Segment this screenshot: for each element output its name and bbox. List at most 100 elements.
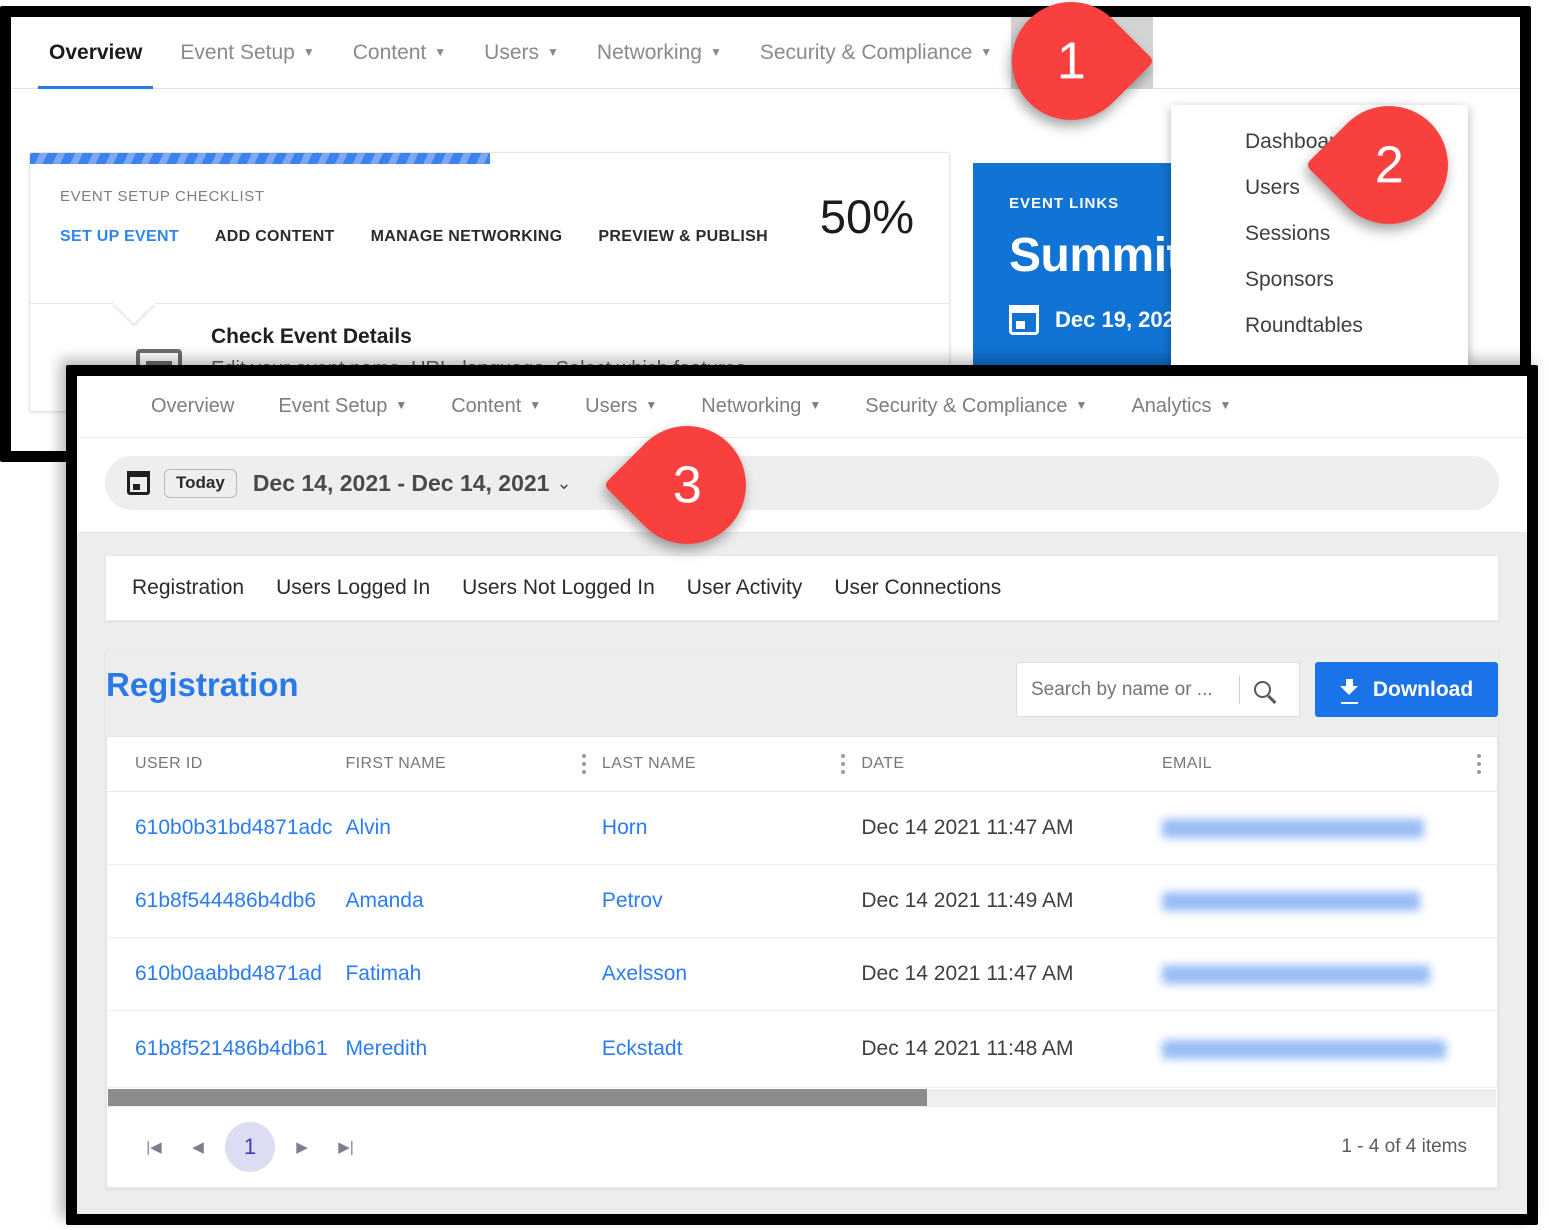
nav2-item-content[interactable]: Content ▼	[429, 395, 563, 418]
chevron-down-icon: ▼	[645, 398, 658, 412]
column-header-title[interactable]: TITLE	[1496, 737, 1497, 792]
tab-registration[interactable]: Registration	[132, 576, 244, 600]
nav2-item-event-setup[interactable]: Event Setup ▼	[256, 395, 429, 418]
nav-item-security-compliance[interactable]: Security & Compliance ▼	[741, 17, 1011, 89]
nav2-item-security-compliance[interactable]: Security & Compliance ▼	[843, 395, 1109, 418]
cell-email[interactable]	[1161, 791, 1463, 865]
checklist-tab-preview-publish[interactable]: PREVIEW & PUBLISH	[598, 228, 768, 246]
cell-title: Sales Man	[1496, 1010, 1497, 1089]
search-icon[interactable]	[1254, 681, 1271, 698]
cell-first-name[interactable]: Amanda	[345, 864, 568, 938]
nav2-label-analytics: Analytics	[1131, 395, 1212, 417]
today-chip[interactable]: Today	[164, 468, 237, 498]
pagination-page-1[interactable]: 1	[225, 1122, 275, 1172]
column-header-first-name[interactable]: FIRST NAME	[345, 737, 568, 792]
chevron-down-icon: ▼	[302, 44, 315, 59]
horizontal-scrollbar[interactable]	[108, 1089, 1496, 1106]
nav-item-content[interactable]: Content ▼	[334, 17, 465, 89]
chevron-down-icon[interactable]: ⌄	[556, 473, 571, 494]
checklist-tab-set-up-event[interactable]: SET UP EVENT	[60, 228, 179, 246]
cell-spacer	[567, 1010, 602, 1089]
cell-email[interactable]	[1161, 864, 1463, 938]
table-row[interactable]: 61b8f544486b4db6 Amanda Petrov Dec 14 20…	[107, 864, 1497, 938]
column-header-email[interactable]: EMAIL	[1161, 737, 1463, 792]
table-row[interactable]: 610b0aabbd4871ad Fatimah Axelsson Dec 14…	[107, 937, 1497, 1011]
analytics-tabs-bar: Registration Users Logged In Users Not L…	[105, 555, 1499, 621]
redacted-email	[1161, 964, 1430, 984]
column-menu-email[interactable]	[1462, 737, 1497, 792]
column-header-date[interactable]: DATE	[861, 737, 1162, 792]
cell-last-name[interactable]: Eckstadt	[601, 1010, 828, 1089]
registration-panel: Registration Download	[105, 649, 1499, 1189]
cell-user-id[interactable]: 610b0aabbd4871ad	[107, 937, 346, 1011]
redacted-email	[1161, 1040, 1446, 1060]
menu-item-sponsors[interactable]: Sponsors	[1171, 257, 1468, 303]
more-options-icon	[841, 761, 846, 766]
cell-first-name[interactable]: Fatimah	[345, 937, 568, 1011]
search-input[interactable]	[1031, 678, 1239, 701]
tab-users-logged-in[interactable]: Users Logged In	[276, 576, 430, 600]
chevron-down-icon: ▼	[1219, 398, 1232, 412]
nav2-item-analytics[interactable]: Analytics ▼	[1109, 395, 1253, 418]
checklist-percent: 50%	[819, 190, 914, 243]
table-row[interactable]: 610b0b31bd4871adc Alvin Horn Dec 14 2021…	[107, 791, 1497, 865]
secondary-navbar: Overview Event Setup ▼ Content ▼ Users ▼ Ne…	[77, 376, 1527, 438]
column-header-last-name[interactable]: LAST NAME	[601, 737, 828, 792]
pagination-prev-button[interactable]: ◀	[181, 1130, 215, 1164]
nav2-item-networking[interactable]: Networking ▼	[679, 395, 843, 418]
date-range-value: Dec 14, 2021 - Dec 14, 2021	[252, 469, 550, 496]
tab-users-not-logged-in[interactable]: Users Not Logged In	[462, 576, 655, 600]
redacted-email	[1161, 818, 1424, 838]
tab-user-connections[interactable]: User Connections	[834, 576, 1001, 600]
registration-table-wrapper: USER ID FIRST NAME LAST NAME DATE EMAIL …	[106, 736, 1498, 1188]
date-range-picker[interactable]: Today Dec 14, 2021 - Dec 14, 2021 ⌄	[105, 456, 1499, 510]
pagination-first-button[interactable]: |◀	[137, 1130, 171, 1164]
cell-email[interactable]	[1161, 1010, 1463, 1089]
cell-first-name[interactable]: Alvin	[345, 791, 568, 865]
cell-spacer	[567, 864, 602, 938]
cell-user-id[interactable]: 61b8f521486b4db61	[107, 1010, 346, 1089]
nav-item-overview[interactable]: Overview	[30, 17, 161, 89]
column-menu-last-name[interactable]	[827, 737, 862, 792]
pagination-last-button[interactable]: ▶|	[329, 1130, 363, 1164]
cell-spacer	[1462, 937, 1497, 1011]
checklist-tab-manage-networking[interactable]: MANAGE NETWORKING	[371, 228, 563, 246]
cell-title: IT Ma	[1496, 791, 1497, 865]
column-header-user-id[interactable]: USER ID	[107, 737, 346, 792]
nav-item-users[interactable]: Users ▼	[465, 17, 578, 89]
nav-item-networking[interactable]: Networking ▼	[578, 17, 741, 89]
download-button-label: Download	[1372, 677, 1474, 701]
screenshot-stage: Overview Event Setup ▼ Content ▼ Users ▼ Ne…	[0, 0, 1549, 1230]
checklist-tab-add-content[interactable]: ADD CONTENT	[215, 228, 335, 246]
cell-last-name[interactable]: Axelsson	[601, 937, 828, 1011]
cell-spacer	[567, 937, 602, 1011]
chevron-down-icon: ▼	[709, 44, 722, 59]
nav-item-event-setup[interactable]: Event Setup ▼	[161, 17, 333, 89]
scrollbar-thumb[interactable]	[108, 1089, 927, 1106]
cell-email[interactable]	[1161, 937, 1463, 1011]
menu-item-sessions[interactable]: Sessions	[1171, 211, 1468, 257]
column-menu-first-name[interactable]	[567, 737, 602, 792]
nav-label-networking: Networking	[596, 40, 702, 64]
cell-first-name[interactable]: Meredith	[345, 1010, 568, 1089]
nav-label-event-setup: Event Setup	[180, 40, 295, 64]
cell-spacer	[827, 864, 862, 938]
nav-label-content: Content	[352, 40, 427, 64]
cell-last-name[interactable]: Horn	[601, 791, 828, 865]
cell-last-name[interactable]: Petrov	[601, 864, 828, 938]
nav2-item-overview[interactable]: Overview	[129, 395, 256, 418]
cell-user-id[interactable]: 610b0b31bd4871adc	[107, 791, 346, 865]
pagination: |◀ ◀ 1 ▶ ▶| 1 - 4 of 4 items	[107, 1106, 1497, 1187]
cell-user-id[interactable]: 61b8f544486b4db6	[107, 864, 346, 938]
nav2-item-users[interactable]: Users ▼	[563, 395, 679, 418]
search-box[interactable]	[1016, 662, 1300, 717]
cell-spacer	[1462, 1010, 1497, 1089]
primary-navbar: Overview Event Setup ▼ Content ▼ Users ▼ Ne…	[11, 17, 1520, 89]
table-row[interactable]: 61b8f521486b4db61 Meredith Eckstadt Dec …	[107, 1010, 1497, 1089]
tab-user-activity[interactable]: User Activity	[687, 576, 803, 600]
cell-spacer	[827, 937, 862, 1011]
checklist-item-title: Check Event Details	[211, 325, 412, 348]
download-button[interactable]: Download	[1315, 662, 1498, 717]
menu-item-roundtables[interactable]: Roundtables	[1171, 303, 1468, 349]
pagination-next-button[interactable]: ▶	[285, 1130, 319, 1164]
